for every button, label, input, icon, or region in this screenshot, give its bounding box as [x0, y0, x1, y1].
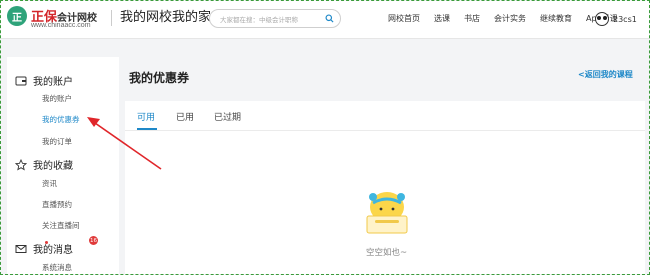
sidebar-item-account[interactable]: 我的账户	[42, 93, 72, 104]
top-header: 正 正保会计网校 www.chinaacc.com 我的网校我的家 大家都在搜：…	[1, 1, 649, 39]
user-menu[interactable]: 23cs1	[595, 12, 637, 26]
wallet-icon	[15, 76, 27, 85]
active-tab-indicator	[137, 128, 157, 130]
sidebar-item-live-booking[interactable]: 直播预约	[42, 199, 72, 210]
sidebar-section-messages[interactable]: 我的消息 16	[15, 236, 98, 256]
sidebar-section-account[interactable]: 我的账户	[15, 73, 73, 88]
sidebar-section-favorites-label: 我的收藏	[33, 161, 73, 172]
screenshot-frame: 正 正保会计网校 www.chinaacc.com 我的网校我的家 大家都在搜：…	[0, 0, 650, 275]
nav-bookstore[interactable]: 书店	[464, 13, 480, 24]
coupon-panel: 可用 已用 已过期 空空如也~	[125, 101, 645, 274]
mail-icon	[15, 244, 27, 253]
logo-url: www.chinaacc.com	[31, 22, 91, 29]
search-placeholder: 大家都在搜：中级会计职称	[220, 16, 298, 24]
sidebar-item-news[interactable]: 资讯	[42, 178, 57, 189]
avatar	[595, 12, 609, 26]
sidebar-item-followed-live-rooms[interactable]: 关注直播间	[42, 220, 80, 231]
empty-state-text: 空空如也~	[366, 248, 408, 258]
unread-dot	[45, 241, 48, 244]
sidebar-item-system-messages[interactable]: 系统消息	[42, 262, 72, 273]
site-title: 我的网校我的家	[111, 10, 211, 26]
search-icon[interactable]	[325, 14, 334, 23]
page-title: 我的优惠券	[129, 71, 190, 85]
username: 23cs1	[613, 14, 637, 24]
sidebar-item-orders[interactable]: 我的订单	[42, 136, 72, 147]
tab-used[interactable]: 已用	[176, 110, 194, 123]
sidebar-section-account-label: 我的账户	[33, 77, 73, 88]
site-logo[interactable]: 正 正保会计网校 www.chinaacc.com	[7, 5, 105, 33]
message-count-badge: 16	[89, 236, 98, 245]
search-input[interactable]: 大家都在搜：中级会计职称	[209, 9, 341, 28]
back-to-courses-link[interactable]: <返回我的课程	[578, 69, 633, 80]
tab-expired[interactable]: 已过期	[214, 110, 241, 123]
sidebar-item-coupons[interactable]: 我的优惠券	[42, 114, 80, 125]
sidebar-section-messages-label: 我的消息	[33, 245, 73, 256]
nav-home[interactable]: 网校首页	[388, 13, 420, 24]
sidebar: 我的账户 我的账户 我的优惠券 我的订单 我的收藏 资讯 直播预约 关注直播间 …	[7, 57, 119, 274]
coupon-tabs: 可用 已用 已过期	[125, 101, 645, 131]
empty-state-illustration	[366, 192, 408, 234]
nav-continuing-education[interactable]: 继续教育	[540, 13, 572, 24]
nav-courses[interactable]: 选课	[434, 13, 450, 24]
tab-available[interactable]: 可用	[137, 110, 155, 123]
logo-mark-icon: 正	[7, 6, 27, 26]
star-icon	[15, 158, 27, 171]
top-nav: 网校首页 选课 书店 会计实务 继续教育 App看课	[388, 13, 618, 24]
nav-accounting-practice[interactable]: 会计实务	[494, 13, 526, 24]
sidebar-section-favorites[interactable]: 我的收藏	[15, 157, 73, 172]
